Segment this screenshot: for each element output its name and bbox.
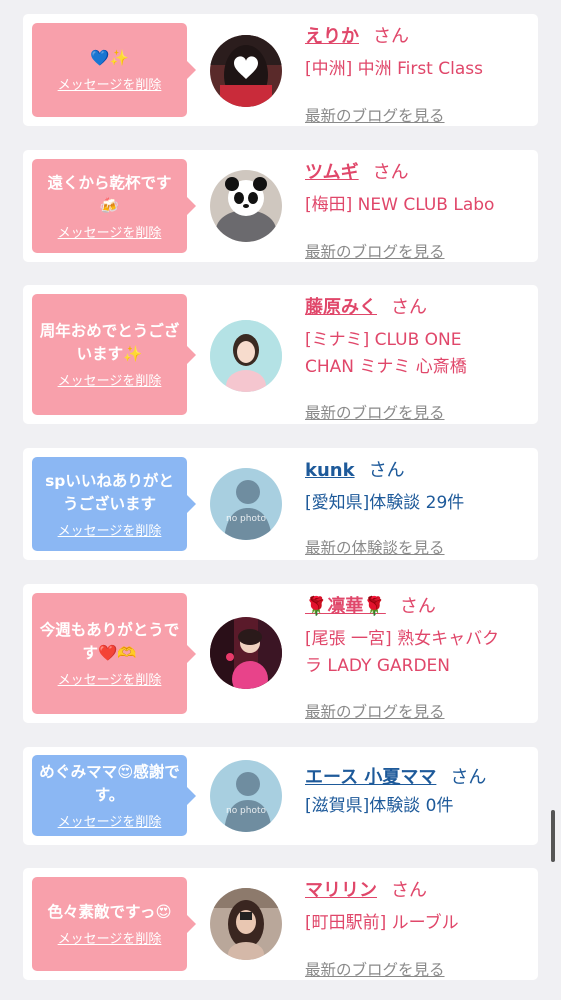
avatar[interactable] <box>210 320 282 392</box>
latest-blog-link[interactable]: 最新のブログを見る <box>305 401 445 423</box>
profile-name-link[interactable]: 🌹凛華🌹 <box>305 596 386 617</box>
profile-name-link[interactable]: えりか <box>305 26 359 47</box>
avatar[interactable]: no photo <box>210 468 282 540</box>
profile-name-link[interactable]: マリリン <box>305 880 377 901</box>
honorific: さん <box>399 596 436 617</box>
shop-line: [尾張 一宮] 熟女キャバク <box>305 629 500 649</box>
latest-blog-link[interactable]: 最新のブログを見る <box>305 104 445 126</box>
honorific: さん <box>372 162 409 183</box>
avatar[interactable] <box>210 888 282 960</box>
avatar[interactable] <box>210 617 282 689</box>
message-card: 💙✨ メッセージを削除 えりか さん [中洲] 中洲 First Class 最新… <box>23 14 538 126</box>
message-card: めぐみママ😍感謝です。 メッセージを削除 no photo エース 小夏ママ さん… <box>23 747 538 845</box>
message-bubble: 遠くから乾杯です🍻 メッセージを削除 <box>32 159 196 253</box>
shop-line: ラ LADY GARDEN <box>305 656 451 676</box>
message-text: 遠くから乾杯です🍻 <box>47 173 172 215</box>
shop-info: [町田駅前] ルーブル <box>305 910 533 937</box>
message-bubble: 💙✨ メッセージを削除 <box>32 23 196 117</box>
profile-info: 🌹凛華🌹 さん [尾張 一宮] 熟女キャバク ラ LADY GARDEN 最新のブ… <box>305 594 533 721</box>
message-text: 色々素敵ですっ😍 <box>47 903 172 921</box>
shop-line: [梅田] NEW CLUB Labo <box>305 195 495 215</box>
avatar[interactable] <box>210 170 282 242</box>
avatar[interactable]: no photo <box>210 760 282 832</box>
delete-message-link[interactable]: メッセージを削除 <box>58 669 162 688</box>
shop-line: CHAN ミナミ 心斎橋 <box>305 357 467 377</box>
shop-line: [中洲] 中洲 First Class <box>305 59 483 79</box>
scrollbar-thumb[interactable] <box>551 810 555 862</box>
delete-message-link[interactable]: メッセージを削除 <box>58 370 162 389</box>
honorific: さん <box>391 880 427 901</box>
shop-line: [滋賀県]体験談 0件 <box>305 796 454 816</box>
shop-line: [愛知県]体験談 29件 <box>305 493 465 513</box>
delete-message-link[interactable]: メッセージを削除 <box>58 222 162 241</box>
message-bubble: 今週もありがとうです❤️🫶 メッセージを削除 <box>32 593 196 714</box>
message-text: 周年おめでとうございます✨ <box>39 322 180 363</box>
delete-message-link[interactable]: メッセージを削除 <box>58 74 162 93</box>
profile-info: ツムギ さん [梅田] NEW CLUB Labo 最新のブログを見る <box>305 160 533 261</box>
honorific: さん <box>368 460 405 481</box>
message-text: めぐみママ😍感謝です。 <box>39 763 180 804</box>
message-bubble: 色々素敵ですっ😍 メッセージを削除 <box>32 877 196 971</box>
shop-info: [中洲] 中洲 First Class <box>305 56 533 83</box>
profile-info: kunk さん [愛知県]体験談 29件 最新の体験談を見る <box>305 458 533 557</box>
profile-name-link[interactable]: エース 小夏ママ <box>305 767 436 788</box>
no-photo-text: no photo <box>225 806 267 816</box>
message-card: 色々素敵ですっ😍 メッセージを削除 マリリン さん [町田駅前] ルーブル 最新の… <box>23 868 538 980</box>
shop-line: [町田駅前] ルーブル <box>305 913 459 933</box>
message-text: spいいねありがとうございます <box>45 471 174 513</box>
profile-name-link[interactable]: 藤原みく <box>305 297 377 318</box>
message-card: spいいねありがとうございます メッセージを削除 no photo kunk さん… <box>23 448 538 560</box>
latest-blog-link[interactable]: 最新のブログを見る <box>305 958 445 980</box>
message-bubble: めぐみママ😍感謝です。 メッセージを削除 <box>32 755 196 836</box>
honorific: さん <box>373 26 409 47</box>
message-card: 今週もありがとうです❤️🫶 メッセージを削除 🌹凛華🌹 さん [尾張 一宮] 熟女… <box>23 584 538 723</box>
delete-message-link[interactable]: メッセージを削除 <box>58 811 162 830</box>
message-card: 遠くから乾杯です🍻 メッセージを削除 ツムギ さん [梅田] NEW CLUB L… <box>23 150 538 262</box>
message-bubble: 周年おめでとうございます✨ メッセージを削除 <box>32 294 196 415</box>
message-card: 周年おめでとうございます✨ メッセージを削除 藤原みく さん [ミナミ] CLUB… <box>23 285 538 424</box>
shop-line: [ミナミ] CLUB ONE <box>305 330 462 350</box>
shop-info: [ミナミ] CLUB ONE CHAN ミナミ 心斎橋 <box>305 327 533 381</box>
delete-message-link[interactable]: メッセージを削除 <box>58 520 162 539</box>
message-text: 今週もありがとうです❤️🫶 <box>39 621 180 662</box>
shop-info: [滋賀県]体験談 0件 <box>305 793 533 820</box>
profile-info: 藤原みく さん [ミナミ] CLUB ONE CHAN ミナミ 心斎橋 最新のブロ… <box>305 295 533 422</box>
avatar[interactable] <box>210 35 282 107</box>
latest-blog-link[interactable]: 最新のブログを見る <box>305 700 445 722</box>
latest-review-link[interactable]: 最新の体験談を見る <box>305 536 445 558</box>
profile-info: エース 小夏ママ さん [滋賀県]体験談 0件 <box>305 765 533 835</box>
latest-blog-link[interactable]: 最新のブログを見る <box>305 240 445 262</box>
message-bubble: spいいねありがとうございます メッセージを削除 <box>32 457 196 551</box>
honorific: さん <box>450 767 487 788</box>
no-photo-text: no photo <box>225 514 267 524</box>
profile-info: えりか さん [中洲] 中洲 First Class 最新のブログを見る <box>305 24 533 125</box>
shop-info: [尾張 一宮] 熟女キャバク ラ LADY GARDEN <box>305 626 533 680</box>
message-text: 💙✨ <box>90 49 129 67</box>
honorific: さん <box>391 297 427 318</box>
profile-info: マリリン さん [町田駅前] ルーブル 最新のブログを見る <box>305 878 533 979</box>
profile-name-link[interactable]: ツムギ <box>305 162 359 183</box>
delete-message-link[interactable]: メッセージを削除 <box>58 928 162 947</box>
shop-info: [愛知県]体験談 29件 <box>305 490 533 517</box>
shop-info: [梅田] NEW CLUB Labo <box>305 192 533 219</box>
profile-name-link[interactable]: kunk <box>305 460 355 481</box>
